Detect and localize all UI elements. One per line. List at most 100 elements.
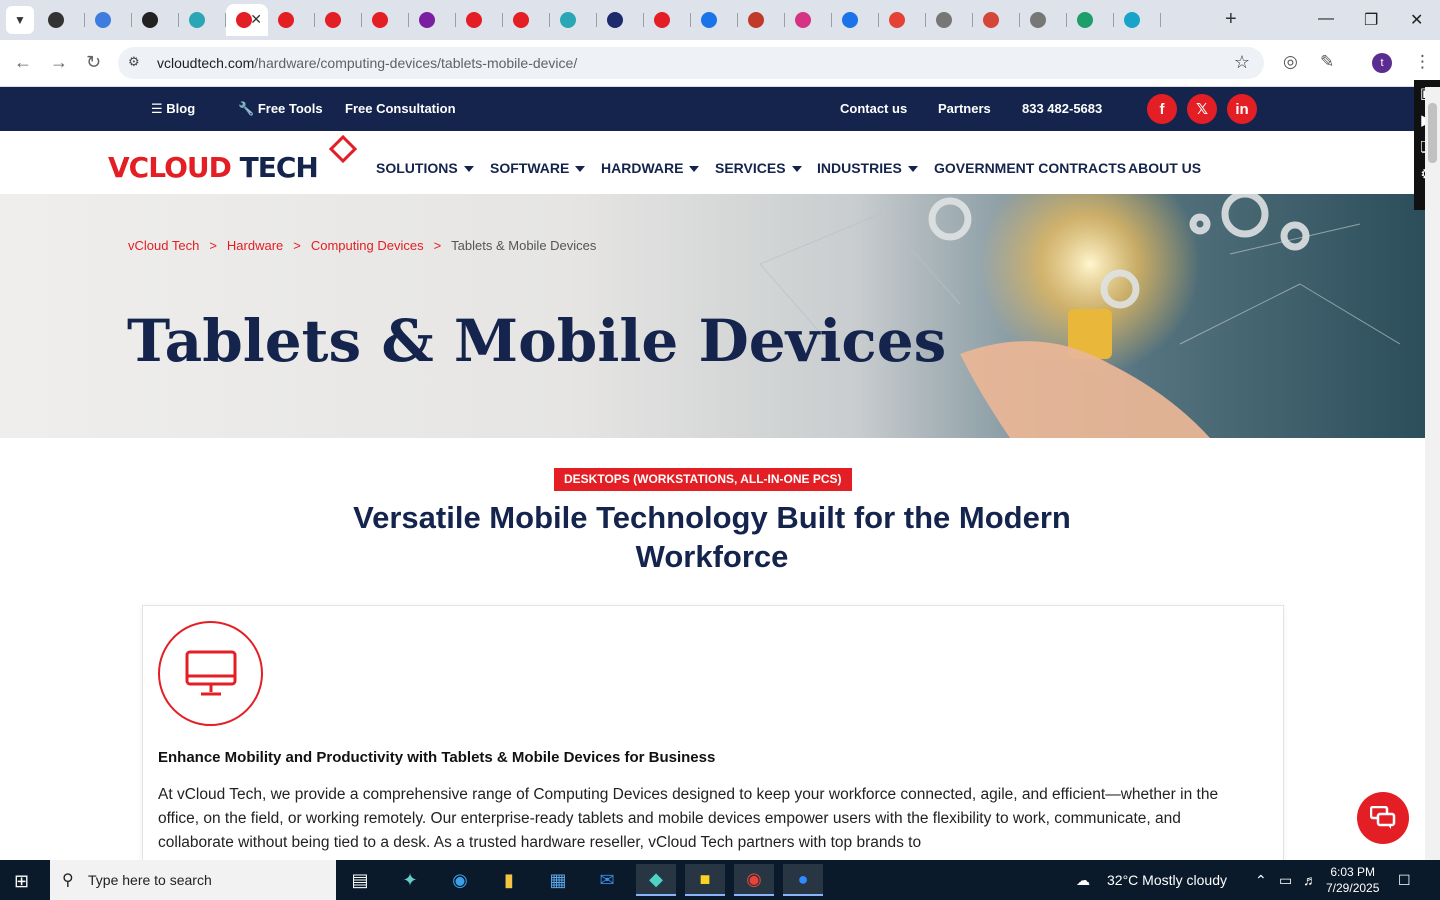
omnibox[interactable]: ⚙ vcloudtech.com/hardware/computing-devi…: [118, 47, 1264, 79]
browser-tab[interactable]: [644, 4, 691, 36]
browser-tab[interactable]: [879, 4, 926, 36]
tray-chevron-icon[interactable]: ⌃: [1255, 872, 1267, 889]
nav-services[interactable]: SERVICES: [715, 160, 802, 176]
bookmark-star-icon[interactable]: ☆: [1234, 52, 1250, 73]
x-twitter-icon[interactable]: 𝕏: [1187, 94, 1217, 124]
weather-text[interactable]: 32°C Mostly cloudy: [1107, 872, 1227, 888]
logo-v: V: [108, 151, 130, 184]
browser-tab[interactable]: [550, 4, 597, 36]
volume-icon[interactable]: ♬: [1303, 872, 1317, 888]
notifications-icon[interactable]: ☐: [1398, 872, 1411, 889]
zoom-icon[interactable]: ●: [783, 864, 823, 896]
network-icon[interactable]: ▭: [1279, 872, 1292, 889]
url-text[interactable]: vcloudtech.com/hardware/computing-device…: [157, 55, 577, 71]
free-consultation-link[interactable]: Free Consultation: [345, 101, 456, 116]
store-icon[interactable]: ▦: [538, 864, 578, 896]
app-diamond-icon[interactable]: ◆: [636, 864, 676, 896]
card-heading: Enhance Mobility and Productivity with T…: [158, 749, 716, 766]
close-window-button[interactable]: ✕: [1410, 10, 1423, 30]
phone-link[interactable]: 833 482-5683: [1022, 101, 1102, 116]
blog-link[interactable]: ☰ Blog: [151, 101, 195, 117]
browser-tab[interactable]: [456, 4, 503, 36]
scroll-thumb[interactable]: [1428, 103, 1437, 163]
free-tools-link[interactable]: 🔧 Free Tools: [238, 101, 323, 117]
site-info-icon[interactable]: ⚙: [128, 54, 140, 70]
facebook-icon[interactable]: f: [1147, 94, 1177, 124]
logo-cloud: CLOUD: [128, 151, 232, 184]
minimize-button[interactable]: —: [1318, 10, 1334, 28]
chrome-icon[interactable]: ◉: [734, 864, 774, 896]
file-explorer-icon[interactable]: ▮: [489, 864, 529, 896]
browser-tab[interactable]: [1067, 4, 1114, 36]
tab-favicon-icon: [325, 12, 341, 28]
caret-down-icon: [689, 166, 700, 173]
breadcrumb-home[interactable]: vCloud Tech: [128, 238, 199, 253]
browser-tab[interactable]: ✕: [226, 4, 268, 36]
nav-hardware[interactable]: HARDWARE: [601, 160, 700, 176]
search-icon: ⚲: [62, 872, 74, 889]
tab-favicon-icon: [1077, 12, 1093, 28]
nav-industries[interactable]: INDUSTRIES: [817, 160, 918, 176]
restore-button[interactable]: ❐: [1364, 10, 1378, 30]
weather-icon[interactable]: ☁: [1076, 872, 1090, 889]
card-body: At vCloud Tech, we provide a comprehensi…: [158, 786, 1219, 851]
browser-tab[interactable]: [132, 4, 179, 36]
linkedin-icon[interactable]: in: [1227, 94, 1257, 124]
tab-favicon-icon: [607, 12, 623, 28]
browser-tab[interactable]: [926, 4, 973, 36]
browser-tab-bar: ▼ ✕ + — ❐ ✕: [0, 0, 1440, 40]
page-scrollbar[interactable]: [1425, 87, 1440, 860]
menu-kebab-icon[interactable]: ⋮: [1414, 52, 1431, 72]
tab-search-button[interactable]: ▼: [6, 6, 34, 34]
nav-government-contracts[interactable]: GOVERNMENT CONTRACTS: [934, 160, 1126, 176]
browser-tab[interactable]: [738, 4, 785, 36]
forward-button[interactable]: →: [50, 52, 68, 73]
browser-tab[interactable]: [785, 4, 832, 36]
browser-tab[interactable]: [1020, 4, 1067, 36]
sticky-notes-icon[interactable]: ■: [685, 864, 725, 896]
clock-date: 7/29/2025: [1326, 881, 1380, 895]
browser-tab[interactable]: [1114, 4, 1161, 36]
tab-favicon-icon: [1124, 12, 1140, 28]
chat-button[interactable]: [1357, 792, 1409, 844]
windows-start-icon[interactable]: ⊞: [14, 871, 29, 892]
back-button[interactable]: ←: [14, 52, 32, 73]
edge-icon[interactable]: ◉: [440, 864, 480, 896]
browser-tab[interactable]: [315, 4, 362, 36]
translate-icon[interactable]: ◎: [1283, 52, 1298, 72]
browser-tab[interactable]: [503, 4, 550, 36]
new-tab-button[interactable]: +: [1225, 8, 1237, 31]
breadcrumb-hardware[interactable]: Hardware: [227, 238, 283, 253]
browser-tab[interactable]: [832, 4, 879, 36]
site-logo[interactable]: VCLOUD TECH: [108, 134, 358, 184]
contact-link[interactable]: Contact us: [840, 101, 907, 116]
browser-tab[interactable]: [973, 4, 1020, 36]
mail-icon[interactable]: ✉: [587, 864, 627, 896]
copilot-icon[interactable]: ✦: [390, 864, 430, 896]
logo-diamond-icon: [328, 134, 358, 164]
extensions-icon[interactable]: ✎: [1320, 52, 1334, 72]
nav-solutions[interactable]: SOLUTIONS: [376, 160, 474, 176]
browser-tab[interactable]: [85, 4, 132, 36]
browser-tab[interactable]: [597, 4, 644, 36]
breadcrumb-computing-devices[interactable]: Computing Devices: [311, 238, 424, 253]
browser-tab[interactable]: [179, 4, 226, 36]
breadcrumb-current: Tablets & Mobile Devices: [451, 238, 597, 253]
browser-tab[interactable]: [691, 4, 738, 36]
breadcrumb-separator: >: [293, 238, 301, 253]
profile-avatar[interactable]: t: [1372, 53, 1392, 73]
task-view-icon[interactable]: ▤: [340, 864, 380, 896]
browser-tab[interactable]: [362, 4, 409, 36]
nav-software[interactable]: SOFTWARE: [490, 160, 586, 176]
reload-button[interactable]: ↻: [86, 52, 101, 73]
close-tab-icon[interactable]: ✕: [250, 11, 262, 28]
taskbar-search[interactable]: ⚲ Type here to search: [50, 860, 336, 900]
tab-favicon-icon: [654, 12, 670, 28]
browser-tab[interactable]: [409, 4, 456, 36]
browser-tab[interactable]: [268, 4, 315, 36]
browser-tab[interactable]: [38, 4, 85, 36]
caret-down-icon: [907, 166, 918, 173]
system-clock[interactable]: 6:03 PM 7/29/2025: [1326, 864, 1379, 896]
nav-about-us[interactable]: ABOUT US: [1128, 160, 1201, 176]
partners-link[interactable]: Partners: [938, 101, 991, 116]
